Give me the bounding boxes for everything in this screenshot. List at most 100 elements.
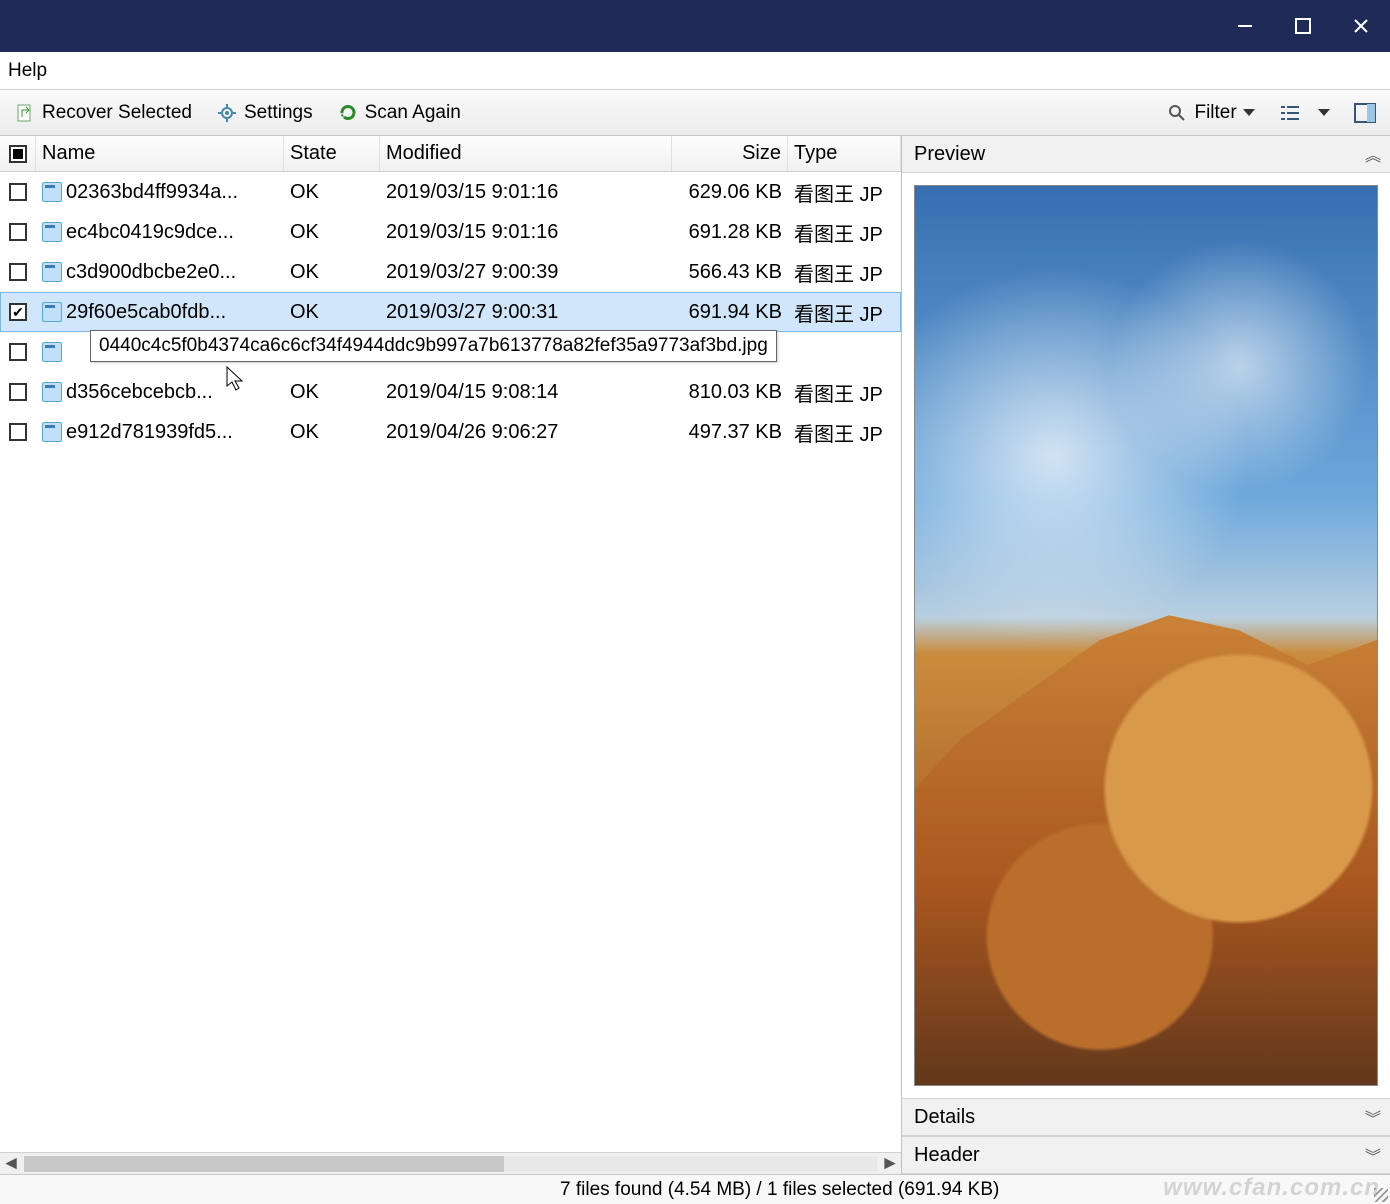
maximize-button[interactable]: [1274, 0, 1332, 52]
chevron-down-icon: [1318, 109, 1330, 116]
file-list-pane: Name State Modified Size Type 02363bd4ff…: [0, 136, 902, 1174]
column-name[interactable]: Name: [36, 136, 284, 171]
file-icon: [42, 382, 62, 402]
column-headers: Name State Modified Size Type: [0, 136, 901, 172]
row-modified: 2019/03/27 9:00:31: [380, 301, 672, 324]
row-checkbox[interactable]: [0, 263, 36, 281]
recover-selected-button[interactable]: Recover Selected: [10, 100, 196, 126]
scan-again-button[interactable]: Scan Again: [333, 100, 465, 126]
status-bar: 7 files found (4.54 MB) / 1 files select…: [0, 1174, 1390, 1204]
row-state: OK: [284, 301, 380, 324]
row-state: OK: [284, 261, 380, 284]
row-modified: 2019/04/15 9:08:14: [380, 381, 672, 404]
row-size: 691.94 KB: [672, 301, 788, 324]
row-modified: 2019/04/26 9:06:27: [380, 421, 672, 444]
menubar: Help: [0, 52, 1390, 90]
file-icon: [42, 262, 62, 282]
column-type[interactable]: Type: [788, 136, 901, 171]
settings-button[interactable]: Settings: [212, 100, 317, 126]
refresh-icon: [337, 102, 359, 124]
row-modified: 2019/03/27 9:00:39: [380, 261, 672, 284]
filter-label: Filter: [1194, 102, 1236, 124]
table-row[interactable]: c3d900dbcbe2e0...OK2019/03/27 9:00:39566…: [0, 252, 901, 292]
table-row[interactable]: e912d781939fd5...OK2019/04/26 9:06:27497…: [0, 412, 901, 452]
row-modified: 2019/03/15 9:01:16: [380, 181, 672, 204]
preview-title: Preview: [914, 143, 985, 166]
preview-image-area: [902, 173, 1390, 1098]
row-modified: 2019/03/15 9:01:16: [380, 221, 672, 244]
row-size: 810.03 KB: [672, 381, 788, 404]
row-size: 691.28 KB: [672, 221, 788, 244]
column-state[interactable]: State: [284, 136, 380, 171]
row-checkbox[interactable]: [0, 383, 36, 401]
expand-icon[interactable]: ︾: [1365, 1143, 1378, 1167]
row-type: 看图王 JP: [788, 298, 901, 327]
file-icon: [42, 302, 62, 322]
row-checkbox[interactable]: [0, 223, 36, 241]
scroll-track[interactable]: [24, 1156, 877, 1172]
minimize-button[interactable]: [1216, 0, 1274, 52]
scroll-left-icon[interactable]: ◄: [0, 1153, 22, 1175]
scroll-right-icon[interactable]: ►: [879, 1153, 901, 1175]
watermark: www.cfan.com.cn: [1163, 1174, 1380, 1202]
settings-label: Settings: [244, 102, 313, 124]
recover-icon: [14, 102, 36, 124]
row-name: ec4bc0419c9dce...: [36, 221, 284, 244]
row-type: 看图王 JP: [788, 378, 901, 407]
expand-icon[interactable]: ︾: [1365, 1105, 1378, 1129]
row-state: OK: [284, 181, 380, 204]
header-title: Header: [914, 1144, 980, 1167]
file-icon: [42, 342, 62, 362]
preview-image: [914, 185, 1378, 1086]
row-state: OK: [284, 421, 380, 444]
header-checkbox[interactable]: [0, 136, 36, 171]
preview-header[interactable]: Preview ︽: [902, 136, 1390, 173]
scan-again-label: Scan Again: [365, 102, 461, 124]
details-title: Details: [914, 1106, 975, 1129]
table-row[interactable]: 29f60e5cab0fdb...OK2019/03/27 9:00:31691…: [0, 292, 901, 332]
row-name: 29f60e5cab0fdb...: [36, 301, 284, 324]
row-checkbox[interactable]: [0, 183, 36, 201]
row-checkbox[interactable]: [0, 423, 36, 441]
recover-label: Recover Selected: [42, 102, 192, 124]
close-button[interactable]: [1332, 0, 1390, 52]
header-panel-header[interactable]: Header ︾: [902, 1136, 1390, 1174]
filename-tooltip: 0440c4c5f0b4374ca6c6cf34f4944ddc9b997a7b…: [90, 330, 777, 362]
column-modified[interactable]: Modified: [380, 136, 672, 171]
column-size[interactable]: Size: [672, 136, 788, 171]
list-view-icon: [1279, 104, 1301, 122]
row-state: OK: [284, 221, 380, 244]
table-row[interactable]: 02363bd4ff9934a...OK2019/03/15 9:01:1662…: [0, 172, 901, 212]
row-checkbox[interactable]: [0, 303, 36, 321]
row-name: e912d781939fd5...: [36, 421, 284, 444]
scroll-thumb[interactable]: [24, 1156, 504, 1172]
filter-dropdown[interactable]: Filter: [1162, 100, 1258, 126]
details-header[interactable]: Details ︾: [902, 1098, 1390, 1136]
toolbar: Recover Selected Settings Scan Again Fil…: [0, 90, 1390, 136]
status-text: 7 files found (4.54 MB) / 1 files select…: [560, 1179, 999, 1201]
toggle-panel-button[interactable]: [1350, 101, 1380, 125]
row-size: 497.37 KB: [672, 421, 788, 444]
gear-icon: [216, 102, 238, 124]
file-rows: 02363bd4ff9934a...OK2019/03/15 9:01:1662…: [0, 172, 901, 1152]
preview-pane: Preview ︽ Details ︾ Header ︾: [902, 136, 1390, 1174]
row-type: 看图王 JP: [788, 258, 901, 287]
table-row[interactable]: ec4bc0419c9dce...OK2019/03/15 9:01:16691…: [0, 212, 901, 252]
collapse-icon[interactable]: ︽: [1365, 142, 1378, 166]
table-row[interactable]: d356cebcebcb...OK2019/04/15 9:08:14810.0…: [0, 372, 901, 412]
row-checkbox[interactable]: [0, 343, 36, 361]
row-name: c3d900dbcbe2e0...: [36, 261, 284, 284]
row-type: 看图王 JP: [788, 178, 901, 207]
file-icon: [42, 422, 62, 442]
resize-grip[interactable]: [1374, 1188, 1388, 1202]
chevron-down-icon: [1243, 109, 1255, 116]
view-mode-dropdown[interactable]: [1275, 100, 1334, 126]
row-name: d356cebcebcb...: [36, 381, 284, 404]
menu-help[interactable]: Help: [0, 56, 55, 86]
row-state: OK: [284, 381, 380, 404]
horizontal-scrollbar[interactable]: ◄ ►: [0, 1152, 901, 1174]
row-size: 566.43 KB: [672, 261, 788, 284]
window-titlebar: [0, 0, 1390, 52]
file-icon: [42, 182, 62, 202]
row-name: 02363bd4ff9934a...: [36, 181, 284, 204]
